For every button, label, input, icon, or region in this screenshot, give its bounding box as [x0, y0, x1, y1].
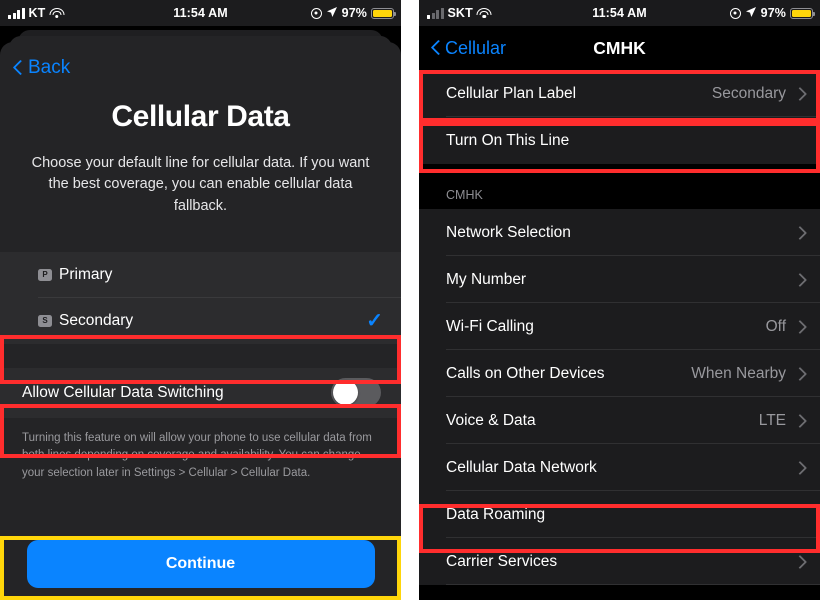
row-data-roaming[interactable]: Data Roaming: [419, 491, 820, 538]
page-title: Cellular Data: [111, 100, 290, 133]
left-phone-screen: KT 11:54 AM 97% Back Cellular Data Choos…: [0, 0, 401, 600]
sheet-hero: Cellular Data Choose your default line f…: [0, 94, 401, 218]
do-not-disturb-icon: [729, 7, 741, 19]
continue-button[interactable]: Continue: [26, 540, 375, 588]
row-label: Wi-Fi Calling: [446, 317, 534, 335]
row-label: Carrier Services: [446, 552, 558, 570]
row-label: Data Roaming: [446, 505, 546, 523]
right-nav-bar: Cellular CMHK: [419, 26, 820, 70]
plan-group: Cellular Plan Label Secondary Turn On Th…: [419, 70, 820, 164]
line-row-primary[interactable]: P Primary: [0, 251, 401, 298]
back-button-label: Back: [28, 57, 71, 78]
chevron-right-icon: [795, 554, 804, 569]
sim-badge-primary-icon: P: [38, 268, 52, 281]
row-label: Cellular Data Network: [446, 458, 597, 476]
battery-low-power-icon: [371, 7, 396, 19]
status-clock: 11:54 AM: [592, 6, 647, 20]
cmhk-settings-page: Cellular CMHK Cellular Plan Label Second…: [419, 26, 820, 600]
battery-low-power-icon: [790, 7, 815, 19]
row-value: Secondary: [711, 84, 786, 102]
continue-button-area: Continue: [0, 528, 401, 600]
row-cellular-plan-label[interactable]: Cellular Plan Label Secondary: [419, 70, 820, 117]
row-label: Calls on Other Devices: [446, 364, 605, 382]
page-description: Choose your default line for cellular da…: [31, 154, 370, 215]
chevron-right-icon: [795, 272, 804, 287]
right-phone-screen: SKT 11:54 AM 97% Cellular CMHK Cellular …: [419, 0, 820, 600]
sim-badge-secondary-icon: S: [38, 314, 52, 327]
row-label: Network Selection: [446, 223, 571, 241]
line-label-primary: Primary: [59, 265, 113, 283]
row-label: My Number: [446, 270, 527, 288]
cellular-data-sheet: Back Cellular Data Choose your default l…: [0, 42, 401, 600]
row-voice-and-data[interactable]: Voice & Data LTE: [419, 397, 820, 444]
left-nav-bar: Back: [0, 42, 401, 94]
row-label: Cellular Plan Label: [446, 84, 577, 102]
row-calls-on-other-devices[interactable]: Calls on Other Devices When Nearby: [419, 350, 820, 397]
allow-cellular-data-switching-row[interactable]: Allow Cellular Data Switching: [0, 367, 401, 418]
back-button[interactable]: Back: [13, 57, 70, 79]
chevron-right-icon: [795, 86, 804, 101]
page-title: CMHK: [593, 37, 646, 58]
switching-footnote: Turning this feature on will allow your …: [22, 431, 372, 479]
right-status-bar: SKT 11:54 AM 97%: [419, 0, 820, 26]
allow-switching-label: Allow Cellular Data Switching: [22, 383, 224, 401]
chevron-right-icon: [795, 366, 804, 381]
section-header-cmhk: CMHK: [419, 164, 820, 209]
allow-switching-toggle[interactable]: [331, 378, 381, 408]
do-not-disturb-icon: [310, 7, 322, 19]
panel-divider: [401, 0, 419, 600]
row-cellular-data-network[interactable]: Cellular Data Network: [419, 444, 820, 491]
line-row-secondary[interactable]: S Secondary ✓: [0, 297, 401, 344]
line-label-secondary: Secondary: [59, 311, 134, 329]
chevron-left-icon: [13, 59, 24, 78]
dual-screenshot-container: KT 11:54 AM 97% Back Cellular Data Choos…: [0, 0, 820, 600]
left-sheet-stack: Back Cellular Data Choose your default l…: [0, 26, 401, 600]
row-carrier-services[interactable]: Carrier Services: [419, 538, 820, 585]
chevron-right-icon: [795, 319, 804, 334]
status-clock: 11:54 AM: [173, 6, 228, 20]
row-label: Turn On This Line: [446, 131, 570, 149]
settings-group: Network Selection My Number Wi-Fi Callin…: [419, 209, 820, 585]
row-wifi-calling[interactable]: Wi-Fi Calling Off: [419, 303, 820, 350]
row-label: Voice & Data: [446, 411, 536, 429]
row-value: Off: [765, 317, 786, 335]
row-my-number[interactable]: My Number: [419, 256, 820, 303]
row-value: LTE: [758, 411, 786, 429]
line-selection-list: P Primary S Secondary ✓: [0, 251, 401, 344]
left-status-bar: KT 11:54 AM 97%: [0, 0, 401, 26]
chevron-right-icon: [795, 413, 804, 428]
checkmark-icon: ✓: [366, 309, 383, 332]
row-separator: [446, 584, 820, 585]
chevron-right-icon: [795, 225, 804, 240]
chevron-right-icon: [795, 460, 804, 475]
row-turn-on-this-line[interactable]: Turn On This Line: [419, 117, 820, 164]
row-value: When Nearby: [691, 364, 786, 382]
row-network-selection[interactable]: Network Selection: [419, 209, 820, 256]
